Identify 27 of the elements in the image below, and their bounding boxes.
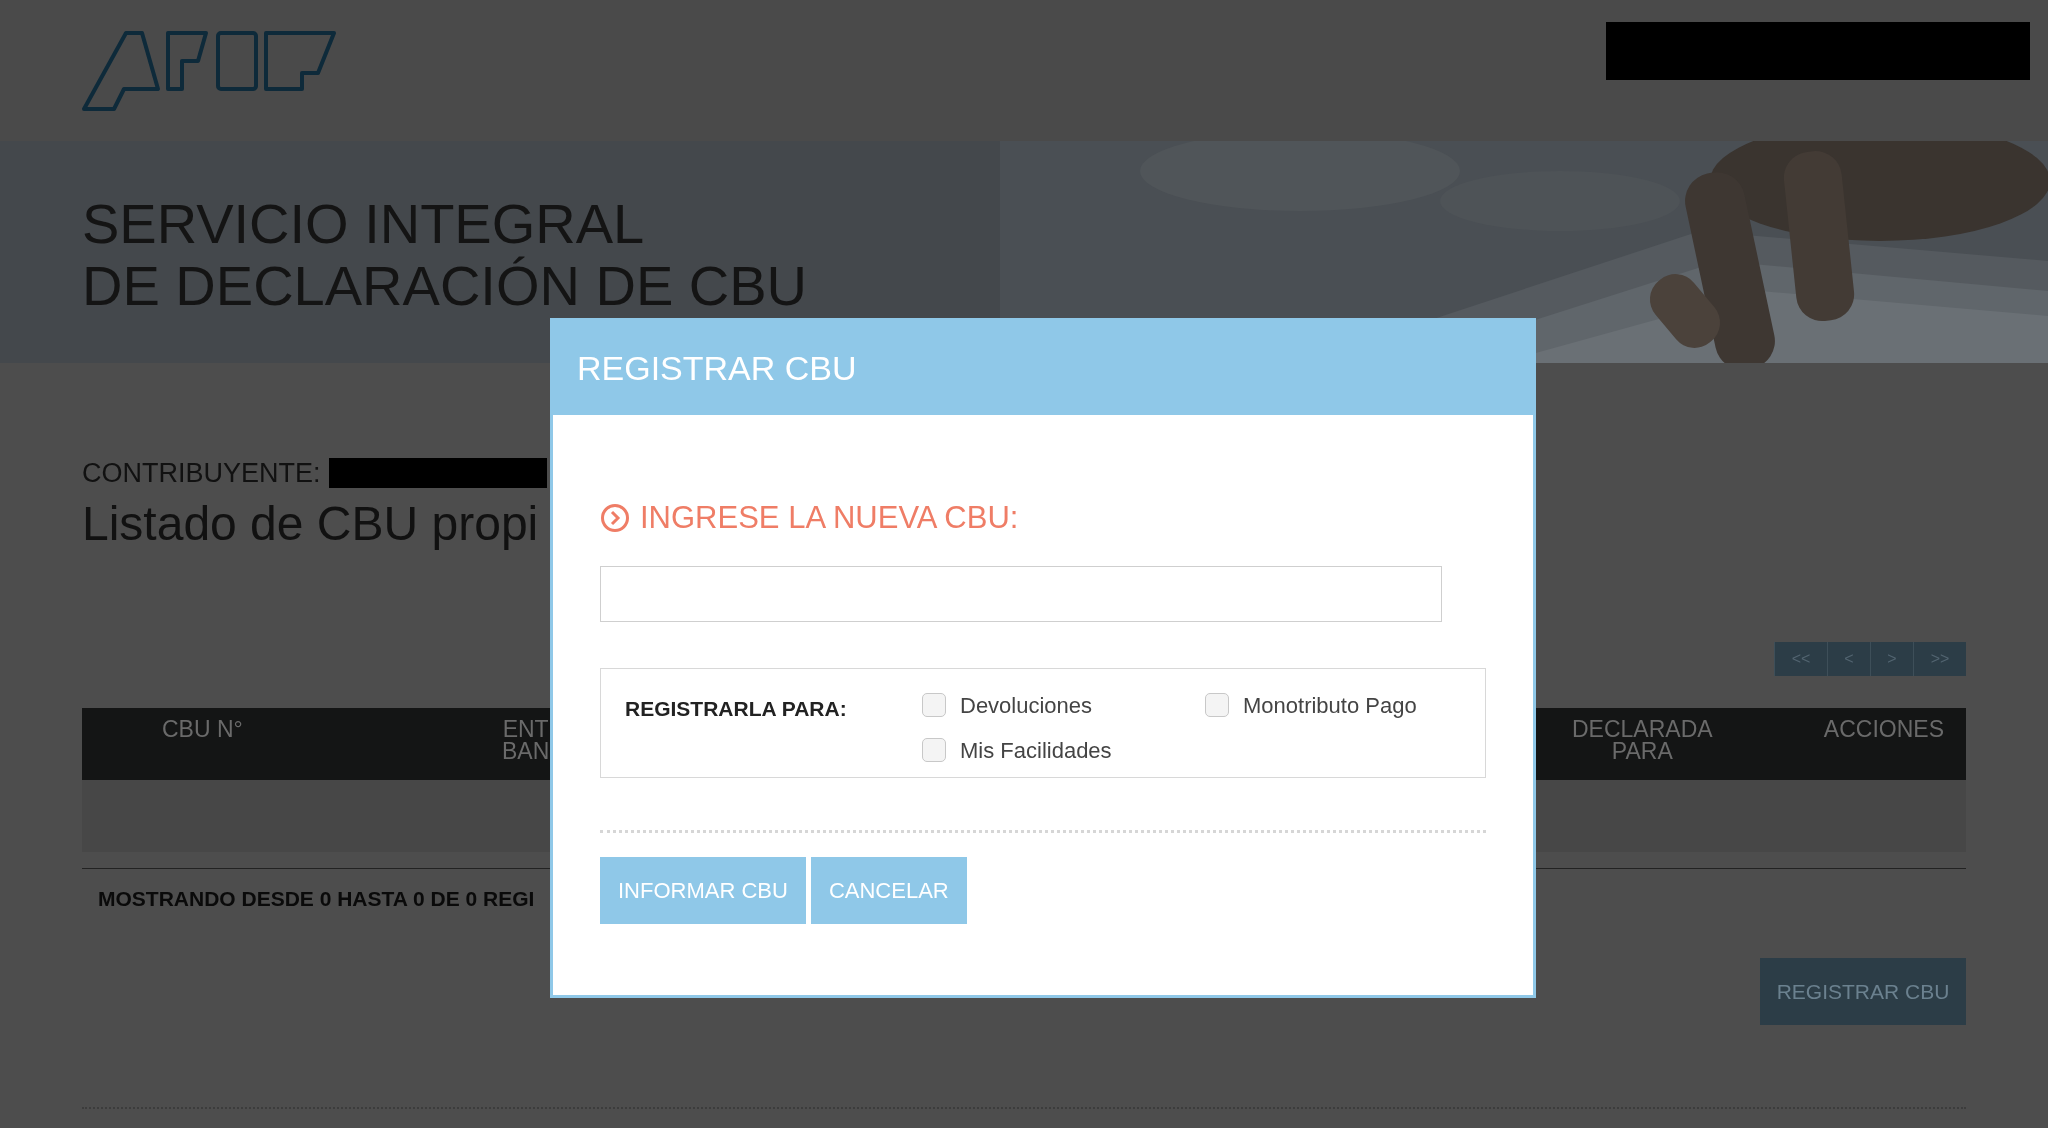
page-title: DE DECLARACIÓN DE CBU xyxy=(82,255,808,317)
chevron-circle-icon xyxy=(600,503,630,534)
register-button[interactable]: REGISTRAR CBU xyxy=(1760,958,1966,1025)
checkbox-label: Monotributo Pago xyxy=(1243,691,1417,720)
cbu-input-field[interactable] xyxy=(600,565,1442,622)
checkbox[interactable] xyxy=(922,693,946,717)
dialog-button[interactable]: INFORMAR CBU xyxy=(600,856,806,924)
checkbox[interactable] xyxy=(922,738,946,762)
column-header: CBU N° xyxy=(162,717,243,740)
pager-button[interactable]: << xyxy=(1774,641,1827,676)
pager-button[interactable]: >> xyxy=(1913,641,1966,676)
register-for-label: REGISTRARLA PARA: xyxy=(625,695,848,722)
page-title: SERVICIO INTEGRAL xyxy=(82,193,645,255)
column-header: ACCIONES xyxy=(1823,717,1944,740)
section-heading: Listado de CBU propi xyxy=(82,495,539,552)
modal-title: REGISTRAR CBU xyxy=(577,347,857,389)
contribuyente-label: CONTRIBUYENTE: xyxy=(82,457,321,490)
pager-button[interactable]: > xyxy=(1870,641,1913,676)
prompt-heading: INGRESE LA NUEVA CBU: xyxy=(640,499,1019,537)
pager-button[interactable]: < xyxy=(1827,641,1870,676)
checkbox-label: Mis Facilidades xyxy=(960,736,1112,765)
record-summary: MOSTRANDO DESDE 0 HASTA 0 DE 0 REGI xyxy=(98,885,535,912)
column-header: ENT BAN xyxy=(502,717,550,762)
column-header: DECLARADA PARA xyxy=(1572,717,1713,762)
checkbox-label: Devoluciones xyxy=(960,691,1093,720)
dialog-button[interactable]: CANCELAR xyxy=(810,856,967,924)
checkbox[interactable] xyxy=(1205,693,1229,717)
